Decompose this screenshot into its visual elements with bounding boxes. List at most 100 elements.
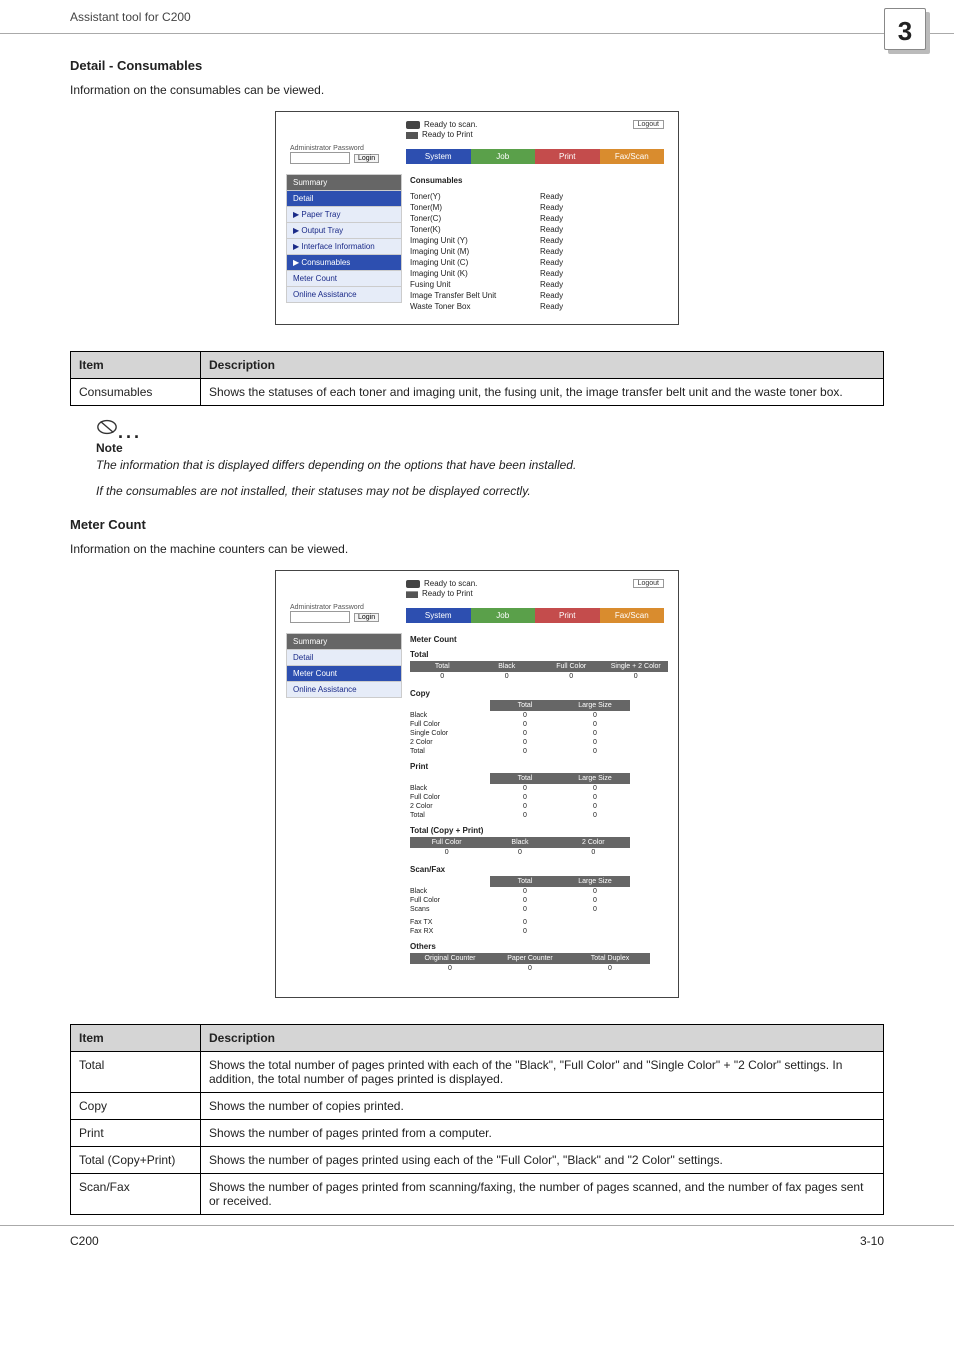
- td: 0: [490, 887, 560, 896]
- th: Total: [490, 876, 560, 887]
- t1-r0-desc: Shows the statuses of each toner and ima…: [201, 379, 884, 406]
- consumables-title: Consumables: [410, 176, 668, 185]
- tab-faxscan[interactable]: Fax/Scan: [600, 149, 665, 164]
- copy-label: Copy: [410, 689, 668, 698]
- note-block: ... Note The information that is display…: [96, 416, 884, 499]
- lbl: Single Color: [410, 729, 490, 738]
- td: 0: [490, 964, 570, 973]
- nav-meter-count[interactable]: Meter Count: [286, 271, 402, 287]
- t2-r0-d: Shows the total number of pages printed …: [201, 1052, 884, 1093]
- td: 0: [490, 729, 560, 738]
- td: 0: [560, 811, 630, 820]
- lbl: Full Color: [410, 896, 490, 905]
- tab-print[interactable]: Print: [535, 149, 600, 164]
- meter-title: Meter Count: [410, 635, 668, 644]
- t1-r0-item: Consumables: [71, 379, 201, 406]
- total-label: Total: [410, 650, 668, 659]
- admin-password-input-2[interactable]: [290, 611, 350, 623]
- t2-r3-d: Shows the number of pages printed using …: [201, 1147, 884, 1174]
- cons-v-7: Ready: [540, 269, 563, 278]
- cons-k-9: Image Transfer Belt Unit: [410, 291, 540, 300]
- nav-meter-count-2[interactable]: Meter Count: [286, 666, 402, 682]
- logout-button-2[interactable]: Logout: [633, 579, 664, 588]
- nav-online-assistance[interactable]: Online Assistance: [286, 287, 402, 303]
- login-button-2[interactable]: Login: [354, 613, 379, 622]
- td: 0: [483, 848, 556, 857]
- th: Large Size: [560, 773, 630, 784]
- td: 0: [490, 784, 560, 793]
- nav-output-tray[interactable]: ▶ Output Tray: [286, 223, 402, 239]
- t2-r4-d: Shows the number of pages printed from s…: [201, 1174, 884, 1215]
- print-label: Print: [410, 762, 668, 771]
- login-button[interactable]: Login: [354, 154, 379, 163]
- sf-label: Scan/Fax: [410, 865, 668, 874]
- t2-r3-i: Total (Copy+Print): [71, 1147, 201, 1174]
- logout-button[interactable]: Logout: [633, 120, 664, 129]
- th: Total: [490, 773, 560, 784]
- nav-interface-info[interactable]: ▶ Interface Information: [286, 239, 402, 255]
- nav-summary-2[interactable]: Summary: [286, 633, 402, 650]
- lbl: Black: [410, 711, 490, 720]
- lbl: Black: [410, 784, 490, 793]
- nav-online-assistance-2[interactable]: Online Assistance: [286, 682, 402, 698]
- t2-r2-i: Print: [71, 1120, 201, 1147]
- cons-k-10: Waste Toner Box: [410, 302, 540, 311]
- lbl: 2 Color: [410, 802, 490, 811]
- tab-print-2[interactable]: Print: [535, 608, 600, 623]
- printer-icon: [406, 129, 418, 139]
- t2-r1-i: Copy: [71, 1093, 201, 1120]
- section2-intro: Information on the machine counters can …: [70, 542, 884, 556]
- cons-v-10: Ready: [540, 302, 563, 311]
- cons-k-1: Toner(M): [410, 203, 540, 212]
- cons-k-4: Imaging Unit (Y): [410, 236, 540, 245]
- section2-heading: Meter Count: [70, 517, 884, 532]
- admin-password-label-2: Administrator Password: [290, 604, 406, 611]
- note-dots: ...: [118, 422, 142, 442]
- nav-paper-tray[interactable]: ▶ Paper Tray: [286, 207, 402, 223]
- nav-detail[interactable]: Detail: [286, 191, 402, 207]
- tab-job[interactable]: Job: [471, 149, 536, 164]
- td: 0: [560, 738, 630, 747]
- cons-v-8: Ready: [540, 280, 563, 289]
- td: 0: [557, 848, 630, 857]
- nav-consumables[interactable]: ▶ Consumables: [286, 255, 402, 271]
- td: 0: [560, 793, 630, 802]
- lbl: Fax TX: [410, 918, 490, 927]
- td: 0: [410, 848, 483, 857]
- td: 0: [560, 711, 630, 720]
- td: 0: [410, 964, 490, 973]
- tab-job-2[interactable]: Job: [471, 608, 536, 623]
- th: Black: [483, 837, 556, 848]
- others-label: Others: [410, 942, 668, 951]
- td: 0: [560, 720, 630, 729]
- table-row: Scan/FaxShows the number of pages printe…: [71, 1174, 884, 1215]
- th: 2 Color: [557, 837, 630, 848]
- nav-summary[interactable]: Summary: [286, 174, 402, 191]
- table-row: CopyShows the number of copies printed.: [71, 1093, 884, 1120]
- nav-detail-2[interactable]: Detail: [286, 650, 402, 666]
- screenshot-meter-count: Ready to scan. Ready to Print Logout Adm…: [275, 570, 679, 998]
- th: Original Counter: [410, 953, 490, 964]
- td: 0: [604, 672, 669, 681]
- cons-v-0: Ready: [540, 192, 563, 201]
- td: 0: [490, 720, 560, 729]
- scanner-icon: [406, 121, 420, 129]
- header-title: Assistant tool for C200: [70, 10, 191, 24]
- tab-system[interactable]: System: [406, 149, 471, 164]
- td: 0: [560, 802, 630, 811]
- tab-system-2[interactable]: System: [406, 608, 471, 623]
- t1-head-desc: Description: [201, 352, 884, 379]
- scanner-icon: [406, 580, 420, 588]
- admin-password-input[interactable]: [290, 152, 350, 164]
- th: Full Color: [539, 661, 604, 672]
- admin-password-label: Administrator Password: [290, 145, 406, 152]
- lbl: 2 Color: [410, 738, 490, 747]
- lbl: Full Color: [410, 720, 490, 729]
- td: 0: [560, 896, 630, 905]
- tab-faxscan-2[interactable]: Fax/Scan: [600, 608, 665, 623]
- t2-r1-d: Shows the number of copies printed.: [201, 1093, 884, 1120]
- status-scan: Ready to scan.: [424, 120, 477, 129]
- note-title: Note: [96, 441, 884, 455]
- table-consumables-desc: Item Description Consumables Shows the s…: [70, 351, 884, 406]
- footer-left: C200: [70, 1234, 99, 1248]
